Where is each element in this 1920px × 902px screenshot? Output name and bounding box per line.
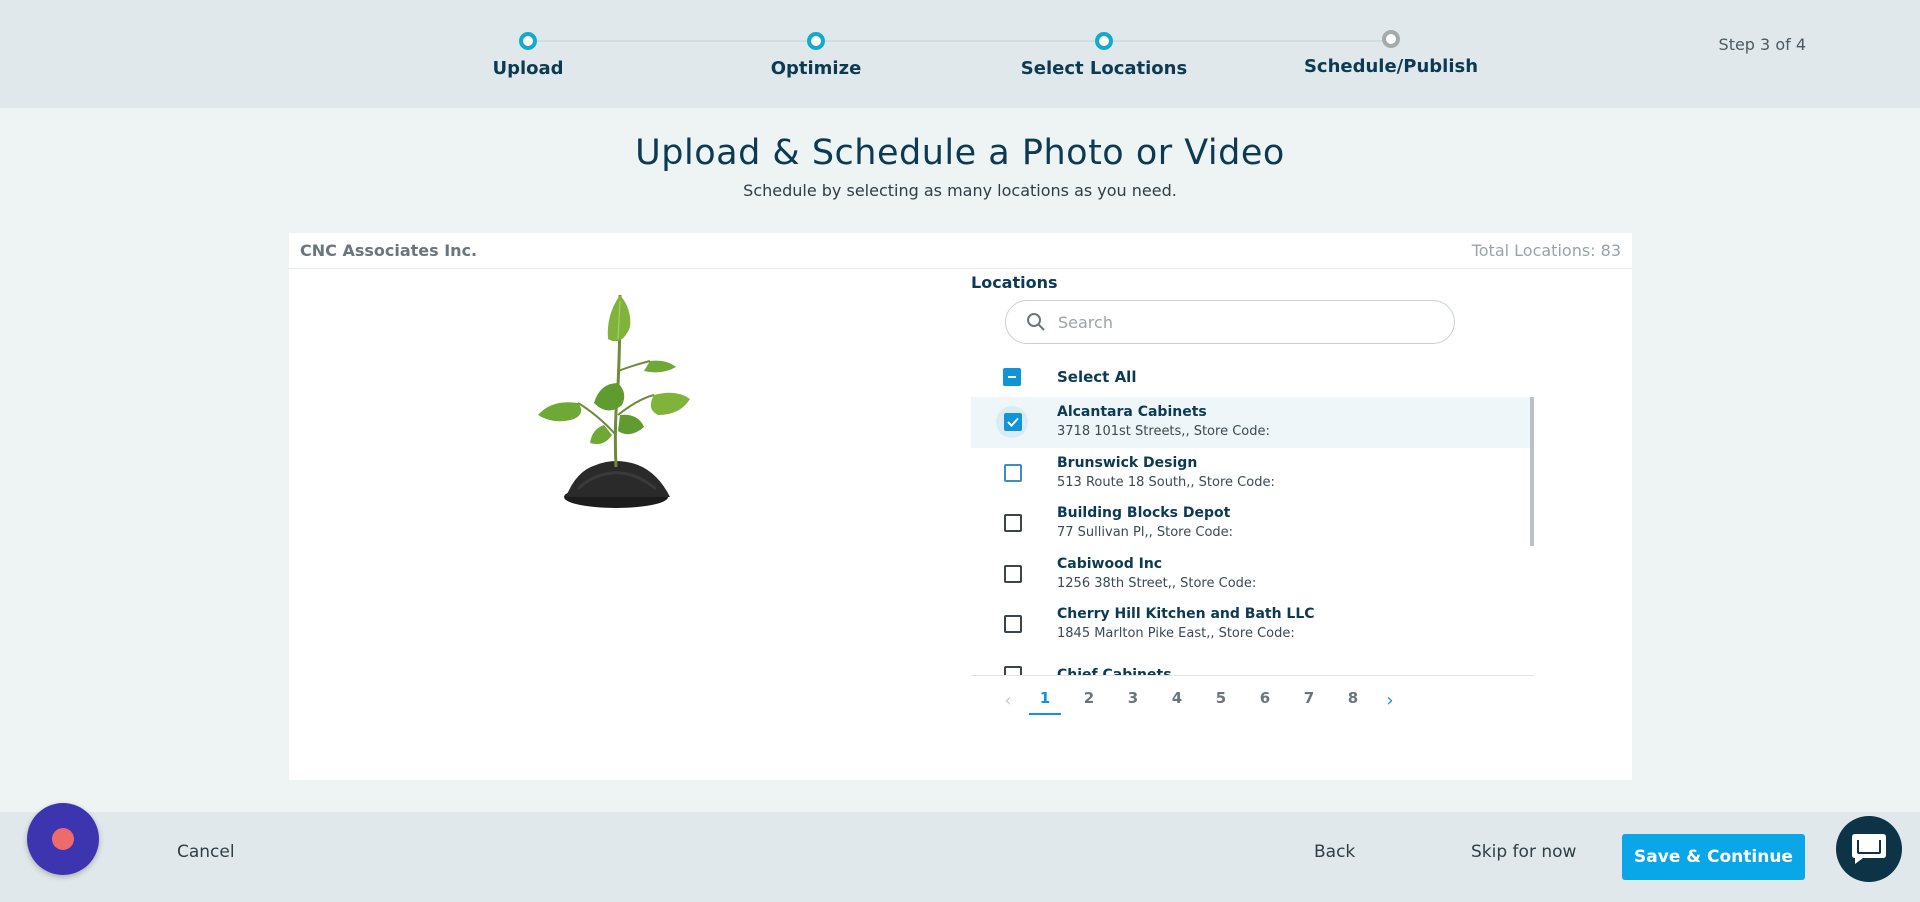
page-button-3[interactable]: 3 <box>1111 685 1155 715</box>
location-address: 3718 101st Streets,, Store Code: <box>1057 424 1270 440</box>
record-button[interactable] <box>27 803 99 875</box>
location-name: Cherry Hill Kitchen and Bath LLC <box>1057 606 1315 623</box>
location-checkbox[interactable] <box>1004 514 1022 533</box>
chat-launcher-button[interactable] <box>1836 816 1902 882</box>
select-all-checkbox[interactable] <box>1003 368 1021 386</box>
location-address: 77 Sullivan Pl,, Store Code: <box>1057 525 1234 541</box>
checkbox-wrapper <box>971 498 1057 548</box>
media-preview-image <box>538 294 690 508</box>
page-button-5[interactable]: 5 <box>1199 685 1243 715</box>
location-checkbox[interactable] <box>1004 564 1022 583</box>
search-input[interactable] <box>1058 312 1418 332</box>
record-icon <box>52 828 74 850</box>
chat-icon <box>1852 834 1886 864</box>
chevron-right-icon[interactable]: › <box>1375 690 1405 711</box>
skip-for-now-button[interactable]: Skip for now <box>1471 842 1576 862</box>
account-name: CNC Associates Inc. <box>300 241 478 260</box>
footer-action-bar: Cancel Back Skip for now Save & Continue <box>0 812 1920 902</box>
card-header: CNC Associates Inc. Total Locations: 83 <box>289 233 1632 269</box>
checkbox-wrapper <box>971 448 1057 498</box>
locations-heading: Locations <box>971 273 1058 292</box>
page-button-2[interactable]: 2 <box>1067 685 1111 715</box>
step-complete-icon <box>807 32 825 50</box>
pagination: ‹ 1 2 3 4 5 6 7 8 › <box>993 685 1405 715</box>
step-label: Upload <box>492 58 564 79</box>
list-item[interactable]: Cabiwood Inc 1256 38th Street,, Store Co… <box>971 549 1534 600</box>
location-checkbox[interactable] <box>1004 463 1022 482</box>
step-current-icon <box>1095 32 1113 50</box>
step-counter: Step 3 of 4 <box>1718 35 1806 54</box>
step-upload[interactable]: Upload <box>428 30 628 79</box>
location-info: Cherry Hill Kitchen and Bath LLC 1845 Ma… <box>1057 604 1315 644</box>
step-label: Schedule/Publish <box>1303 56 1479 77</box>
step-pending-icon <box>1382 30 1400 48</box>
list-scrollbar[interactable] <box>1530 397 1534 546</box>
location-name: Brunswick Design <box>1057 454 1198 471</box>
location-address: 1256 38th Street,, Store Code: <box>1057 575 1257 591</box>
search-field[interactable] <box>1005 300 1455 344</box>
total-locations-count: Total Locations: 83 <box>1471 241 1621 260</box>
checkbox-wrapper <box>971 650 1057 675</box>
list-item[interactable]: Alcantara Cabinets 3718 101st Streets,, … <box>971 397 1534 448</box>
check-icon <box>1007 418 1019 428</box>
location-name: Building Blocks Depot <box>1057 505 1231 522</box>
location-info: Brunswick Design 513 Route 18 South,, St… <box>1057 453 1275 493</box>
location-checkbox[interactable] <box>1004 665 1022 675</box>
save-and-continue-button[interactable]: Save & Continue <box>1622 834 1805 880</box>
checkbox-wrapper <box>971 397 1057 447</box>
list-item[interactable]: Building Blocks Depot 77 Sullivan Pl,, S… <box>971 498 1534 549</box>
list-item[interactable]: Chief Cabinets <box>971 650 1534 676</box>
select-all-row[interactable]: Select All <box>971 361 1539 393</box>
step-complete-icon <box>519 32 537 50</box>
location-info: Alcantara Cabinets 3718 101st Streets,, … <box>1057 402 1270 442</box>
search-icon <box>1027 313 1045 331</box>
step-label: Optimize <box>770 58 862 79</box>
page-subtitle: Schedule by selecting as many locations … <box>743 181 1177 200</box>
checkbox-wrapper <box>971 549 1057 599</box>
location-selection-card: CNC Associates Inc. Total Locations: 83 … <box>289 233 1632 780</box>
location-name: Alcantara Cabinets <box>1057 404 1207 421</box>
location-checkbox[interactable] <box>1004 615 1022 634</box>
location-info: Chief Cabinets <box>1057 665 1172 676</box>
list-item[interactable]: Brunswick Design 513 Route 18 South,, St… <box>971 448 1534 499</box>
step-optimize[interactable]: Optimize <box>716 30 916 79</box>
page-button-4[interactable]: 4 <box>1155 685 1199 715</box>
step-label: Select Locations <box>1020 58 1188 79</box>
location-checkbox[interactable] <box>1004 413 1022 432</box>
step-schedule-publish[interactable]: Schedule/Publish <box>1291 28 1491 77</box>
checkbox-wrapper <box>971 599 1057 649</box>
location-info: Building Blocks Depot 77 Sullivan Pl,, S… <box>1057 503 1233 543</box>
page-button-1[interactable]: 1 <box>1023 685 1067 715</box>
cancel-button[interactable]: Cancel <box>177 842 235 862</box>
location-name: Chief Cabinets <box>1057 666 1172 676</box>
locations-list[interactable]: Alcantara Cabinets 3718 101st Streets,, … <box>971 397 1534 676</box>
locations-panel: Locations Select All <box>971 269 1539 715</box>
page-button-6[interactable]: 6 <box>1243 685 1287 715</box>
chevron-left-icon[interactable]: ‹ <box>993 690 1023 711</box>
list-item[interactable]: Cherry Hill Kitchen and Bath LLC 1845 Ma… <box>971 599 1534 650</box>
back-button[interactable]: Back <box>1314 842 1355 862</box>
select-all-label: Select All <box>1057 368 1137 386</box>
page-title: Upload & Schedule a Photo or Video <box>635 133 1285 173</box>
page-button-7[interactable]: 7 <box>1287 685 1331 715</box>
page-button-8[interactable]: 8 <box>1331 685 1375 715</box>
location-address: 513 Route 18 South,, Store Code: <box>1057 474 1275 490</box>
step-select-locations[interactable]: Select Locations <box>1004 30 1204 79</box>
progress-stepper: Upload Optimize Select Locations Schedul… <box>0 0 1920 108</box>
location-info: Cabiwood Inc 1256 38th Street,, Store Co… <box>1057 554 1256 594</box>
location-name: Cabiwood Inc <box>1057 555 1163 572</box>
location-address: 1845 Marlton Pike East,, Store Code: <box>1057 626 1295 642</box>
